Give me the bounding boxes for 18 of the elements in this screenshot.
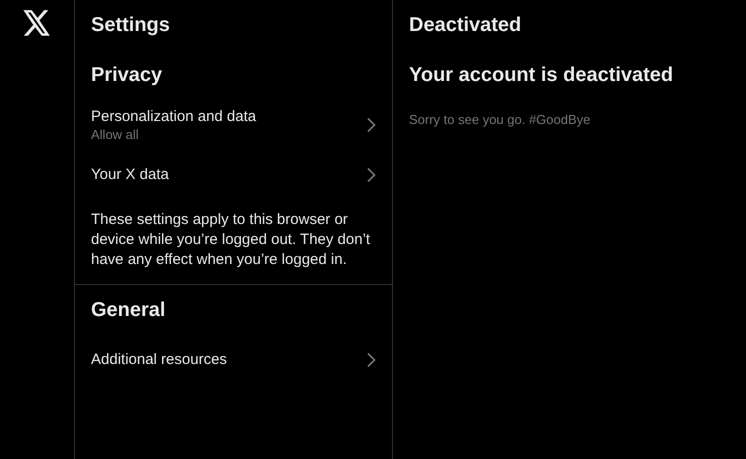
chevron-right-icon (366, 352, 376, 368)
section-heading: Privacy (91, 63, 164, 88)
privacy-note: These settings apply to this browser or device while you’re logged out. They don’t have any effect when you’re logged in. (90, 210, 372, 270)
status-heading: Your account is deactivated (409, 63, 674, 88)
status-message: Sorry to see you go. #GoodBye (409, 111, 592, 129)
row-label: Personalization and data (91, 107, 256, 127)
settings-row[interactable]: Additional resources (75, 335, 392, 385)
row-label: Additional resources (91, 350, 227, 370)
column-title: Settings (91, 13, 171, 38)
logo-icon[interactable] (23, 10, 51, 36)
settings-row[interactable]: Your X data (75, 150, 392, 200)
settings-row[interactable]: Personalization and data Allow all (75, 100, 392, 150)
section-heading: General (91, 298, 166, 323)
row-label: Your X data (91, 165, 169, 185)
row-sublabel: Allow all (91, 127, 140, 143)
chevron-right-icon (366, 117, 376, 133)
chevron-right-icon (366, 167, 376, 183)
column-title: Deactivated (409, 13, 522, 38)
